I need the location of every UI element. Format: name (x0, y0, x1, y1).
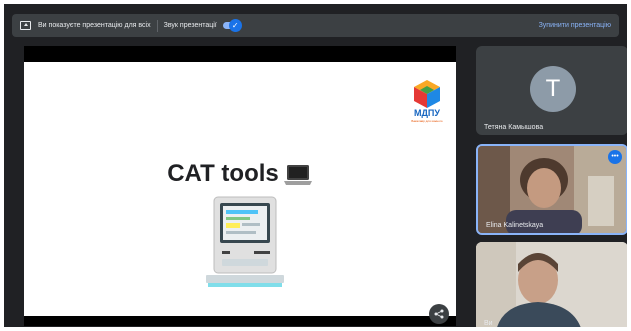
check-icon: ✓ (228, 19, 242, 32)
presentation-slide: МДПУ Бакалавр для кожного CAT tools (24, 62, 456, 316)
presenting-status-text: Ви показуєте презентацію для всіх (38, 22, 151, 29)
slide-title-text: CAT tools (167, 160, 279, 187)
present-screen-icon (20, 21, 31, 30)
laptop-icon (283, 164, 312, 185)
slide-title: CAT tools (24, 160, 456, 188)
self-video (476, 242, 627, 327)
divider (156, 19, 158, 32)
logo-subtitle: Бакалавр для кожного (411, 119, 443, 123)
participant-tile[interactable]: T Тетяна Камышова (476, 46, 627, 135)
share-icon (434, 309, 444, 319)
participant-video (478, 146, 626, 233)
speaking-indicator-icon: ••• (608, 150, 622, 164)
stop-presenting-button[interactable]: Зупинити презентацію (539, 22, 611, 29)
participant-name: Тетяна Камышова (484, 124, 544, 131)
computer-illustration-icon (206, 196, 284, 287)
avatar: T (530, 66, 576, 112)
presentation-sound-toggle[interactable]: ✓ (222, 19, 242, 32)
presentation-area: МДПУ Бакалавр для кожного CAT tools (24, 46, 456, 326)
logo-text: МДПУ (414, 108, 440, 118)
participant-name: Elina Kalinetskaya (486, 222, 544, 229)
share-button[interactable] (429, 304, 449, 324)
participant-name: Ви (484, 320, 493, 327)
presentation-sound-label: Звук презентації (163, 22, 217, 29)
participant-tile-active-speaker[interactable]: ••• Elina Kalinetskaya (476, 144, 627, 235)
participant-tile-self[interactable]: Ви (476, 242, 627, 327)
presentation-banner: Ви показуєте презентацію для всіх Звук п… (12, 14, 619, 37)
meet-window: Ви показуєте презентацію для всіх Звук п… (4, 4, 627, 327)
